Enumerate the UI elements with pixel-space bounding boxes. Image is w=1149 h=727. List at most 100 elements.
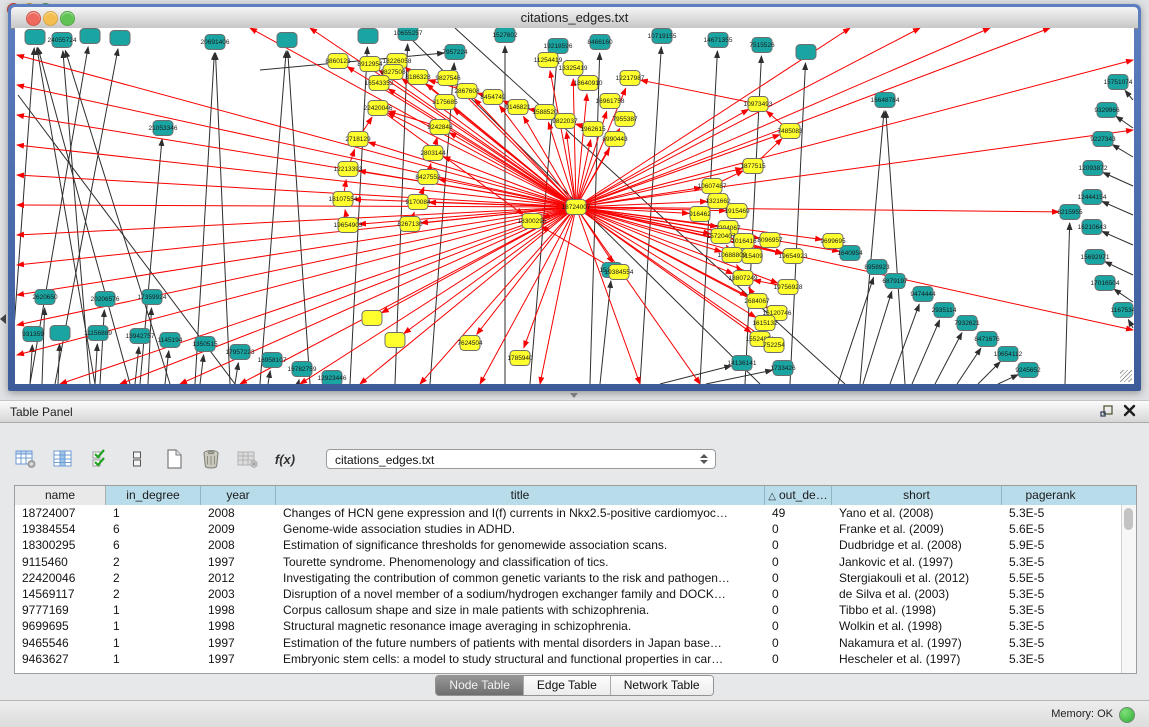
table-cell[interactable]: 0 [765, 651, 832, 667]
network-canvas[interactable]: 2405572420691406106552577957224152760219… [15, 28, 1134, 384]
table-cell[interactable]: Disruption of a novel member of a sodium… [276, 586, 765, 602]
table-cell[interactable]: 49 [765, 505, 832, 521]
table-cell[interactable]: 0 [765, 554, 832, 570]
table-cell[interactable]: 9463627 [15, 651, 106, 667]
close-panel-button[interactable] [1121, 404, 1137, 420]
table-cell[interactable]: 1998 [201, 618, 276, 634]
table-cell[interactable]: 5.6E-5 [1002, 521, 1099, 537]
table-cell[interactable]: 9699695 [15, 618, 106, 634]
graph-node[interactable] [25, 30, 45, 45]
table-cell[interactable]: 2009 [201, 521, 276, 537]
graph-node[interactable] [80, 29, 100, 44]
table-cell[interactable]: 5.3E-5 [1002, 505, 1099, 521]
table-cell[interactable]: Investigating the contribution of common… [276, 570, 765, 586]
column-header-year[interactable]: year [201, 486, 276, 505]
splitter-handle-icon[interactable] [570, 393, 578, 398]
table-cell[interactable]: Wolkin et al. (1998) [832, 618, 1002, 634]
table-cell[interactable]: Jankovic et al. (1997) [832, 554, 1002, 570]
table-cell[interactable]: Stergiakouli et al. (2012) [832, 570, 1002, 586]
graph-node[interactable] [277, 33, 297, 48]
column-header-title[interactable]: title [276, 486, 765, 505]
table-cell[interactable]: 0 [765, 537, 832, 553]
graph-node[interactable] [50, 326, 70, 341]
graph-node[interactable] [358, 29, 378, 44]
graph-node[interactable] [362, 311, 382, 326]
table-cell[interactable]: Genome-wide association studies in ADHD. [276, 521, 765, 537]
table-cell[interactable]: 9465546 [15, 635, 106, 651]
tab-network-table[interactable]: Network Table [610, 676, 713, 695]
table-select-dropdown[interactable]: citations_edges.txt [326, 449, 716, 469]
table-cell[interactable]: 5.3E-5 [1002, 554, 1099, 570]
scrollbar-thumb[interactable] [1124, 508, 1133, 530]
table-cell[interactable]: 2008 [201, 537, 276, 553]
delete-rows-button[interactable] [199, 447, 223, 471]
table-row[interactable]: 1830029562008Estimation of significance … [15, 537, 1122, 553]
graph-node[interactable] [796, 45, 816, 60]
column-header-pagerank[interactable]: pagerank [1002, 486, 1099, 505]
float-panel-button[interactable] [1099, 404, 1115, 420]
table-cell[interactable]: 1 [106, 651, 201, 667]
table-row[interactable]: 1872400712008Changes of HCN gene express… [15, 505, 1122, 521]
graph-node[interactable] [110, 31, 130, 46]
table-cell[interactable]: 5.9E-5 [1002, 537, 1099, 553]
table-cell[interactable]: 2003 [201, 586, 276, 602]
table-cell[interactable]: Corpus callosum shape and size in male p… [276, 602, 765, 618]
table-cell[interactable]: Franke et al. (2009) [832, 521, 1002, 537]
table-cell[interactable]: Structural magnetic resonance image aver… [276, 618, 765, 634]
table-cell[interactable]: 2012 [201, 570, 276, 586]
table-cell[interactable]: 5.5E-5 [1002, 570, 1099, 586]
table-cell[interactable]: Changes of HCN gene expression and I(f) … [276, 505, 765, 521]
table-cell[interactable]: Tibbo et al. (1998) [832, 602, 1002, 618]
table-cell[interactable]: Tourette syndrome. Phenomenology and cla… [276, 554, 765, 570]
table-cell[interactable]: 5.3E-5 [1002, 618, 1099, 634]
table-cell[interactable]: 0 [765, 570, 832, 586]
table-cell[interactable]: 6 [106, 521, 201, 537]
tab-edge-table[interactable]: Edge Table [523, 676, 610, 695]
table-cell[interactable]: Yano et al. (2008) [832, 505, 1002, 521]
apply-function-button[interactable]: f(x) [273, 447, 297, 471]
table-row[interactable]: 977716911998Corpus callosum shape and si… [15, 602, 1122, 618]
table-row[interactable]: 946554611997Estimation of the future num… [15, 635, 1122, 651]
table-cell[interactable]: 1 [106, 505, 201, 521]
table-cell[interactable]: 18300295 [15, 537, 106, 553]
table-cell[interactable]: 2 [106, 570, 201, 586]
table-cell[interactable]: 2008 [201, 505, 276, 521]
graph-node[interactable] [385, 333, 405, 348]
sidebar-collapse-arrow-icon[interactable] [0, 314, 6, 324]
table-cell[interactable]: 5.3E-5 [1002, 602, 1099, 618]
table-cell[interactable]: Nakamura et al. (1997) [832, 635, 1002, 651]
table-cell[interactable]: 1997 [201, 651, 276, 667]
canvas-resize-grip-icon[interactable] [1120, 370, 1132, 382]
column-header-name[interactable]: name [15, 486, 106, 505]
table-vertical-scrollbar[interactable] [1121, 505, 1136, 673]
table-cell[interactable]: de Silva et al. (2003) [832, 586, 1002, 602]
panel-splitter[interactable] [0, 391, 1149, 400]
table-row[interactable]: 946362711997Embryonic stem cells: a mode… [15, 651, 1122, 667]
column-header-out-degree[interactable]: △out_de… [765, 486, 832, 505]
table-cell[interactable]: Dudbridge et al. (2008) [832, 537, 1002, 553]
table-cell[interactable]: 5.3E-5 [1002, 586, 1099, 602]
table-cell[interactable]: 5.3E-5 [1002, 651, 1099, 667]
table-cell[interactable]: Estimation of significance thresholds fo… [276, 537, 765, 553]
new-table-button[interactable] [162, 447, 186, 471]
select-columns-button[interactable] [88, 447, 112, 471]
table-row[interactable]: 1456911722003Disruption of a novel membe… [15, 586, 1122, 602]
column-header-short[interactable]: short [832, 486, 1002, 505]
table-cell[interactable]: 18724007 [15, 505, 106, 521]
table-cell[interactable]: 5.3E-5 [1002, 635, 1099, 651]
table-cell[interactable]: Hescheler et al. (1997) [832, 651, 1002, 667]
table-cell[interactable]: 1 [106, 635, 201, 651]
table-cell[interactable]: 2 [106, 554, 201, 570]
table-cell[interactable]: 0 [765, 586, 832, 602]
table-cell[interactable]: 1997 [201, 554, 276, 570]
table-cell[interactable]: Embryonic stem cells: a model to study s… [276, 651, 765, 667]
table-cell[interactable]: 9115460 [15, 554, 106, 570]
show-columns-button[interactable] [51, 447, 75, 471]
table-cell[interactable]: Estimation of the future numbers of pati… [276, 635, 765, 651]
table-row[interactable]: 969969511998Structural magnetic resonanc… [15, 618, 1122, 634]
row-height-button[interactable] [125, 447, 149, 471]
table-cell[interactable]: 14569117 [15, 586, 106, 602]
table-cell[interactable]: 1997 [201, 635, 276, 651]
table-cell[interactable]: 1 [106, 602, 201, 618]
table-settings-button[interactable] [14, 447, 38, 471]
